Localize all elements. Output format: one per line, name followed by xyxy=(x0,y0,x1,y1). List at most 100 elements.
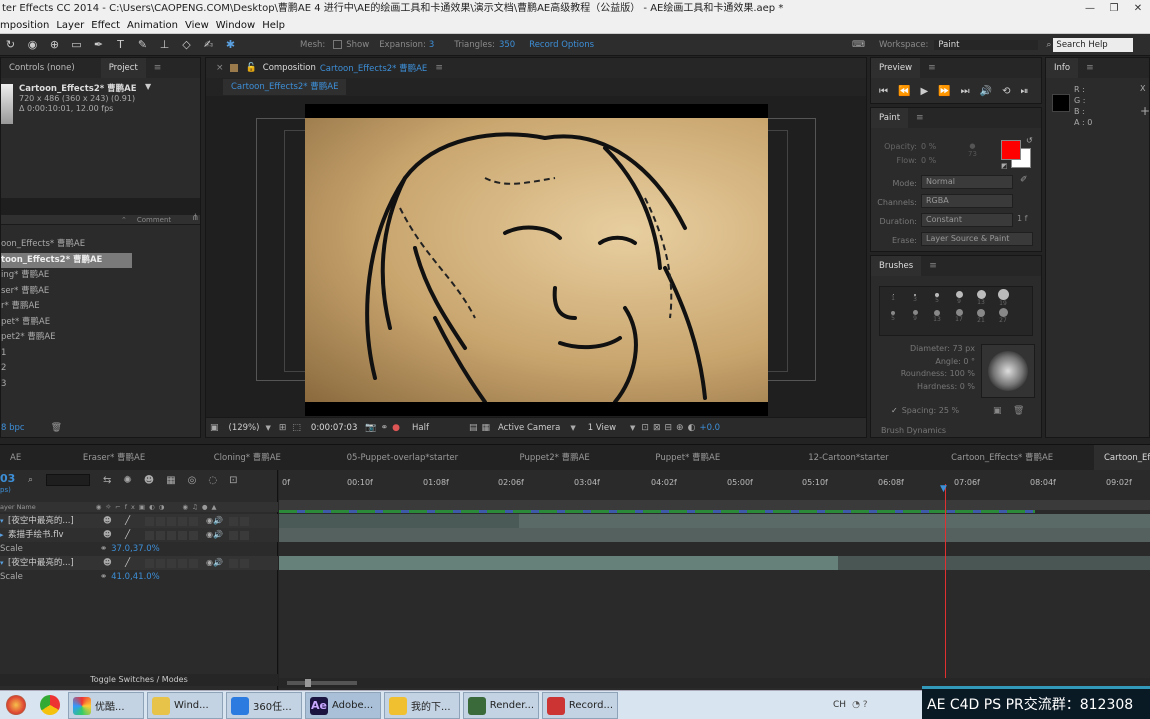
brush-preset[interactable]: 9 xyxy=(948,289,970,307)
layer-bar[interactable] xyxy=(279,514,1150,528)
project-item[interactable]: 3 xyxy=(1,377,200,393)
rotate-tool-icon[interactable]: ↻ xyxy=(4,38,17,51)
taskbar-item[interactable]: 360任... xyxy=(226,692,302,719)
show-mesh-checkbox[interactable] xyxy=(333,40,343,49)
play-icon[interactable]: ▶ xyxy=(920,86,928,97)
frames-value[interactable]: 1 f xyxy=(1017,214,1027,223)
layer-bar[interactable] xyxy=(279,528,1150,542)
fit-icon[interactable]: ⊞ xyxy=(279,423,287,433)
spacing-checkbox[interactable]: ✓ xyxy=(891,406,898,415)
show-snapshot-icon[interactable]: ⚭ xyxy=(381,423,389,433)
brainstorm-icon[interactable]: ⊡ xyxy=(229,475,237,486)
timeline-icon[interactable]: ⊟ xyxy=(665,423,673,433)
project-item[interactable]: 2 xyxy=(1,361,200,377)
work-area-bar[interactable] xyxy=(279,500,1150,510)
composition-name-link[interactable]: Cartoon_Effects2* 曹鹏AE xyxy=(320,62,427,74)
roto-brush-icon[interactable]: ✍ xyxy=(202,38,215,51)
project-item-selected[interactable]: toon_Effects2* 曹鹏AE xyxy=(1,252,132,268)
tab-effect-controls[interactable]: Controls (none) xyxy=(1,58,83,78)
diameter-value[interactable]: Diameter: 73 px xyxy=(879,343,975,356)
menu-animation[interactable]: Animation xyxy=(127,18,178,34)
chrome-button[interactable] xyxy=(32,691,68,719)
timeline-tab[interactable]: Cartoon_Effects* 曹鹏AE xyxy=(941,445,1091,470)
brush-preset[interactable]: 27 xyxy=(992,307,1014,325)
erase-select[interactable]: Layer Source & Paint xyxy=(921,232,1033,246)
region-icon[interactable]: ⬚ xyxy=(292,423,301,433)
brush-preset[interactable]: 1 xyxy=(882,289,904,307)
last-frame-icon[interactable]: ⏭ xyxy=(961,86,970,97)
time-ruler[interactable]: 0f 00:10f 01:08f 02:06f 03:04f 04:02f 05… xyxy=(279,478,1150,492)
layer-name[interactable]: [夜空中最亮的...] xyxy=(8,514,103,528)
save-brush-icon[interactable]: ▣ xyxy=(993,406,1002,416)
layer-name-header[interactable]: ayer Name xyxy=(0,503,36,511)
first-frame-icon[interactable]: ⏮ xyxy=(879,86,888,97)
frame-blending-icon[interactable]: ▦ xyxy=(166,475,175,486)
taskbar-item[interactable]: 优酷... xyxy=(68,692,144,719)
timeline-tab[interactable]: Puppet* 曹鹏AE xyxy=(645,445,795,470)
panel-menu-icon[interactable]: ≡ xyxy=(435,63,443,73)
scale-value[interactable]: 41.0,41.0% xyxy=(111,570,160,584)
camera-select[interactable]: Active Camera xyxy=(498,423,560,433)
toggle-switches-modes-button[interactable]: Toggle Switches / Modes xyxy=(0,674,278,686)
project-item[interactable]: ing* 曹鹏AE xyxy=(1,268,200,284)
maximize-button[interactable]: ❐ xyxy=(1102,0,1126,18)
layer-expand-icon[interactable]: ▾ xyxy=(0,514,8,528)
visibility-icon[interactable]: ◉🔊 xyxy=(206,556,223,570)
comp-canvas[interactable] xyxy=(305,104,768,416)
taskbar-item[interactable]: Render... xyxy=(463,692,539,719)
eyedropper-icon[interactable]: ✐ xyxy=(1020,175,1028,185)
playhead-marker-icon[interactable]: ▼ xyxy=(940,484,947,494)
search-icon[interactable]: ⌕ xyxy=(28,475,33,485)
flowchart-icon[interactable]: ⊕ xyxy=(676,423,684,433)
tab-paint[interactable]: Paint xyxy=(871,108,909,128)
hardness-value[interactable]: Hardness: 0 % xyxy=(879,381,975,394)
keyboard-icon[interactable]: ⌨ xyxy=(852,40,865,50)
project-item[interactable]: oon_Effects* 曹鹏AE xyxy=(1,237,200,253)
timeline-tab[interactable]: Cloning* 曹鹏AE xyxy=(204,445,334,470)
panel-menu-icon[interactable]: ≡ xyxy=(916,113,924,123)
link-icon[interactable]: ⚭ xyxy=(100,570,107,584)
tab-project[interactable]: Project xyxy=(100,58,146,78)
audio-icon[interactable]: 🔊 xyxy=(980,86,992,97)
roi-icon[interactable]: ▤ xyxy=(469,423,478,433)
scale-value[interactable]: 37.0,37.0% xyxy=(111,542,160,556)
brush-dynamics-header[interactable]: Brush Dynamics xyxy=(881,426,946,435)
pan-behind-tool-icon[interactable]: ⊕ xyxy=(48,38,61,51)
draft-3d-icon[interactable]: ✺ xyxy=(123,475,131,486)
comp-mini-flowchart-icon[interactable]: ⇆ xyxy=(103,475,111,486)
toggle-pixel-icon[interactable]: ⊡ xyxy=(641,423,649,433)
tab-info[interactable]: Info xyxy=(1046,58,1079,78)
sort-arrow-icon[interactable]: ⌃ xyxy=(121,216,127,224)
resolution-select[interactable]: Half xyxy=(412,423,429,433)
brush-preset[interactable]: 9 xyxy=(904,307,926,325)
brush-preset[interactable]: 19 xyxy=(992,289,1014,307)
triangles-value[interactable]: 350 xyxy=(499,40,515,50)
layer-expand-icon[interactable]: ▸ xyxy=(0,528,8,542)
taskbar-item[interactable]: Record... xyxy=(542,692,618,719)
text-tool-icon[interactable]: T xyxy=(114,38,127,51)
comment-column[interactable]: Comment xyxy=(137,216,171,224)
timeline-timecode[interactable]: 03 xyxy=(0,472,15,485)
camera-tool-icon[interactable]: ◉ xyxy=(26,38,39,51)
menu-window[interactable]: Window xyxy=(216,18,255,34)
always-preview-icon[interactable]: ▣ xyxy=(210,423,219,433)
mode-select[interactable]: Normal xyxy=(921,175,1013,189)
expansion-value[interactable]: 3 xyxy=(429,40,434,50)
rectangle-tool-icon[interactable]: ▭ xyxy=(70,38,83,51)
menu-view[interactable]: View xyxy=(185,18,209,34)
quality-switch-icon[interactable]: ╱ xyxy=(125,528,145,542)
timeline-tab[interactable]: 12-Cartoon*starter xyxy=(798,445,938,470)
project-item[interactable]: 1 xyxy=(1,346,200,362)
spacing-value[interactable]: Spacing: 25 % xyxy=(902,406,959,415)
hide-shy-icon[interactable]: ☻ xyxy=(144,475,154,486)
ram-preview-icon[interactable]: ⏯ xyxy=(1020,86,1028,97)
brush-preset[interactable]: 5 xyxy=(882,307,904,325)
foreground-color-swatch[interactable] xyxy=(1001,140,1021,160)
view-layout-select[interactable]: 1 View xyxy=(588,423,616,433)
menu-composition[interactable]: mposition xyxy=(0,18,49,34)
ime-indicator[interactable]: CH xyxy=(833,700,846,710)
zoom-slider-handle[interactable] xyxy=(305,679,311,687)
next-frame-icon[interactable]: ⏩ xyxy=(938,86,950,97)
timeline-tab[interactable]: Puppet2* 曹鹏AE xyxy=(510,445,643,470)
shy-switch-icon[interactable]: ☻ xyxy=(103,556,125,570)
